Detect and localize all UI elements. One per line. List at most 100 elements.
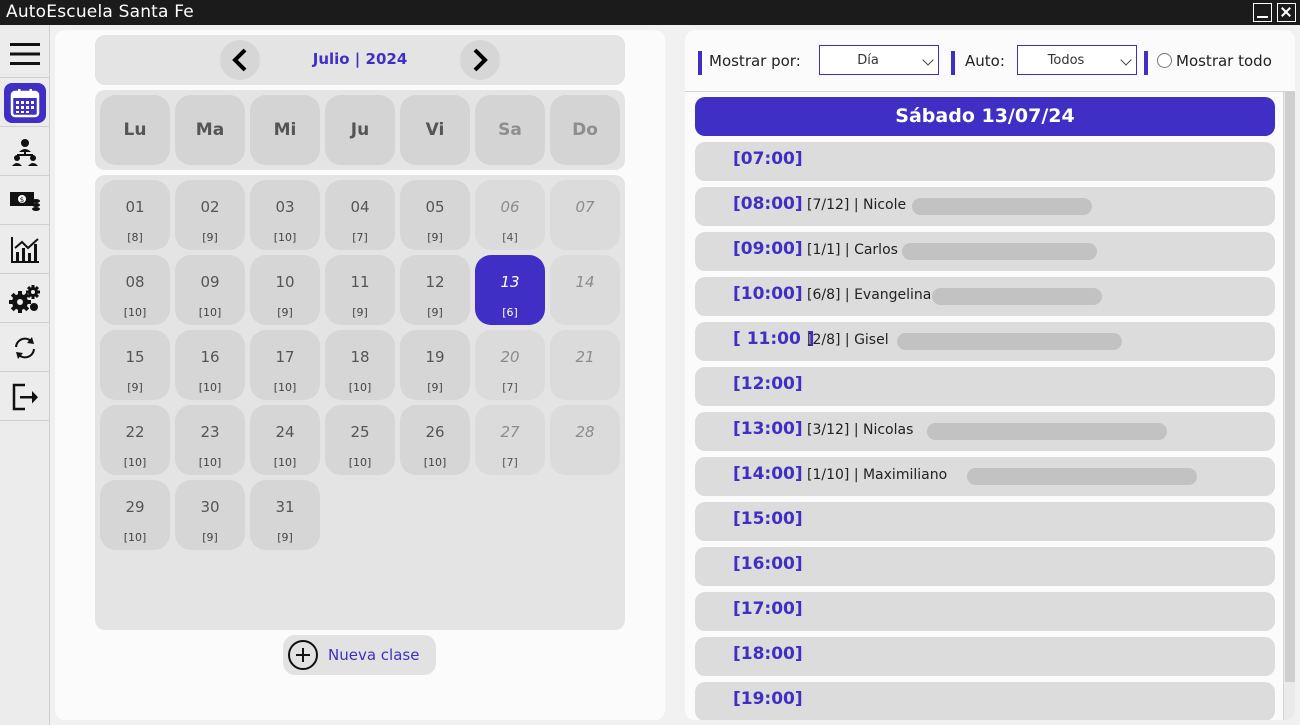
slot-class-info: [7/12] | Nicole (807, 197, 907, 213)
sidebar-item-logout[interactable] (0, 373, 49, 421)
filter-separator (951, 51, 955, 75)
svg-text:$: $ (19, 196, 23, 204)
calendar-day[interactable]: 30 [9] (175, 480, 245, 550)
schedule-slot[interactable]: [ 11:00 ] [2/8] | Gisel (695, 322, 1275, 361)
auto-select[interactable]: Todos (1017, 45, 1137, 75)
show-all-radio[interactable] (1157, 53, 1172, 68)
sidebar-item-sync[interactable] (0, 324, 49, 372)
window-titlebar: AutoEscuela Santa Fe (0, 0, 1300, 25)
day-number: 15 (125, 348, 145, 366)
calendar-day[interactable]: 21 (550, 330, 620, 400)
schedule-slot[interactable]: [16:00] (695, 547, 1275, 586)
next-month-button[interactable] (460, 40, 500, 80)
schedule-slot[interactable]: [13:00] [3/12] | Nicolas (695, 412, 1275, 451)
sidebar-item-payments[interactable]: $ (0, 177, 49, 225)
calendar-day[interactable]: 25 [10] (325, 405, 395, 475)
calendar-day[interactable]: 23 [10] (175, 405, 245, 475)
calendar-day[interactable]: 28 (550, 405, 620, 475)
slot-class-info: [2/8] | Gisel (807, 332, 889, 348)
day-number: 18 (350, 348, 370, 366)
day-class-count: [7] (502, 381, 518, 394)
calendar-day[interactable]: 17 [10] (250, 330, 320, 400)
slot-class-info: [3/12] | Nicolas (807, 422, 914, 438)
calendar-day[interactable]: 01 [8] (100, 180, 170, 250)
calendar-day[interactable]: 19 [9] (400, 330, 470, 400)
sidebar-item-menu[interactable] (0, 30, 49, 78)
calendar-day[interactable]: 31 [9] (250, 480, 320, 550)
bar-chart-icon (10, 236, 39, 263)
sidebar-item-reports[interactable] (0, 226, 49, 274)
calendar-day[interactable]: 05 [9] (400, 180, 470, 250)
calendar-day[interactable]: 02 [9] (175, 180, 245, 250)
schedule-slot[interactable]: [14:00] [1/10] | Maximiliano (695, 457, 1275, 496)
day-number: 29 (125, 498, 145, 516)
day-class-count: [10] (423, 456, 447, 469)
day-number: 22 (125, 423, 145, 441)
calendar-day[interactable]: 08 [10] (100, 255, 170, 325)
calendar-day[interactable]: 26 [10] (400, 405, 470, 475)
schedule-slot[interactable]: [09:00] [1/1] | Carlos (695, 232, 1275, 271)
day-class-count: [7] (352, 231, 368, 244)
schedule-slot[interactable]: [10:00] [6/8] | Evangelina (695, 277, 1275, 316)
day-number: 20 (500, 348, 520, 366)
day-class-count: [10] (273, 381, 297, 394)
calendar-day[interactable]: 24 [10] (250, 405, 320, 475)
day-number: 27 (500, 423, 520, 441)
calendar-day[interactable]: 20 [7] (475, 330, 545, 400)
day-number: 16 (200, 348, 220, 366)
schedule-slot[interactable]: [12:00] (695, 367, 1275, 406)
calendar-day[interactable]: 10 [9] (250, 255, 320, 325)
schedule-scrollbar[interactable] (1283, 92, 1295, 720)
calendar-day[interactable]: 12 [9] (400, 255, 470, 325)
redacted-name-blur (932, 288, 1102, 305)
weekday-header: Lu Ma Mi Ju Vi Sa Do (95, 90, 625, 170)
redacted-name-blur (902, 243, 1097, 260)
calendar-day-selected[interactable]: 13 [6] (475, 255, 545, 325)
calendar-day[interactable]: 22 [10] (100, 405, 170, 475)
day-class-count: [9] (202, 531, 218, 544)
redacted-name-blur (927, 423, 1167, 440)
previous-month-button[interactable] (220, 40, 260, 80)
calendar-day[interactable]: 11 [9] (325, 255, 395, 325)
calendar-day[interactable]: 09 [10] (175, 255, 245, 325)
sidebar-item-students[interactable] (0, 128, 49, 176)
calendar-icon (10, 88, 39, 117)
schedule-slot[interactable]: [08:00] [7/12] | Nicole (695, 187, 1275, 226)
new-class-button[interactable]: Nueva clase (283, 635, 436, 675)
day-class-count: [4] (502, 231, 518, 244)
calendar-day[interactable]: 18 [10] (325, 330, 395, 400)
schedule-slot[interactable]: [19:00] (695, 682, 1275, 720)
calendar-day[interactable]: 27 [7] (475, 405, 545, 475)
day-number: 05 (425, 198, 445, 216)
schedule-slot[interactable]: [07:00] (695, 142, 1275, 181)
gears-icon (8, 284, 40, 313)
day-class-count: [9] (127, 381, 143, 394)
calendar-day[interactable]: 06 [4] (475, 180, 545, 250)
chevron-down-icon (1120, 54, 1132, 66)
calendar-day[interactable]: 14 (550, 255, 620, 325)
show-by-select[interactable]: Día (819, 45, 939, 75)
schedule-slot[interactable]: [17:00] (695, 592, 1275, 631)
sidebar-item-settings[interactable] (0, 275, 49, 323)
calendar-day[interactable]: 16 [10] (175, 330, 245, 400)
calendar-day[interactable]: 03 [10] (250, 180, 320, 250)
scrollbar-thumb[interactable] (1285, 92, 1295, 682)
close-button[interactable] (1277, 3, 1296, 22)
calendar-day[interactable]: 15 [9] (100, 330, 170, 400)
schedule-slot[interactable]: [18:00] (695, 637, 1275, 676)
day-number: 09 (200, 273, 220, 291)
day-class-count: [8] (127, 231, 143, 244)
calendar-days-grid: 01 [8] 02 [9] 03 [10] 04 [7] 05 [9] 06 [4] 07 08 [10] 0… (95, 175, 625, 630)
sidebar-item-calendar[interactable] (0, 79, 49, 127)
schedule-slot[interactable]: [15:00] (695, 502, 1275, 541)
weekday-label: Ma (175, 95, 245, 165)
day-class-count: [9] (277, 531, 293, 544)
slot-time: [15:00] (733, 509, 803, 529)
calendar-day[interactable]: 07 (550, 180, 620, 250)
calendar-day[interactable]: 29 [10] (100, 480, 170, 550)
day-number: 14 (575, 273, 595, 291)
day-class-count: [10] (198, 381, 222, 394)
slot-time: [19:00] (733, 689, 803, 709)
minimize-button[interactable] (1253, 3, 1272, 22)
calendar-day[interactable]: 04 [7] (325, 180, 395, 250)
